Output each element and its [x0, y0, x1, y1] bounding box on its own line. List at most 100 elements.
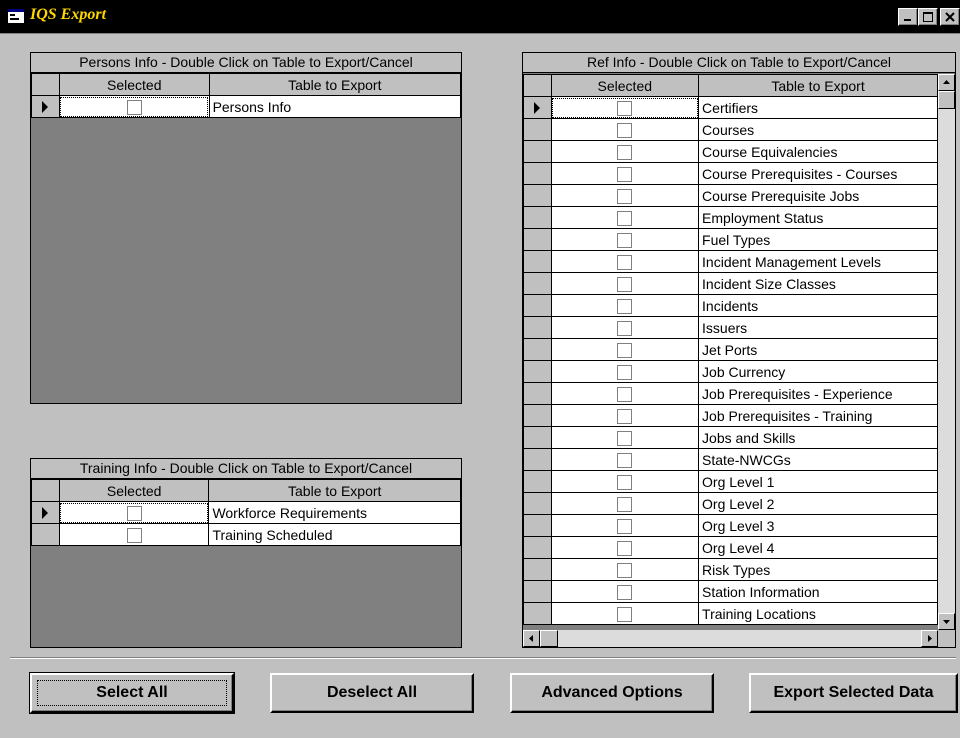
selected-cell[interactable]: [550, 536, 700, 559]
table-name-cell[interactable]: Org Level 3: [698, 514, 938, 537]
table-name-cell[interactable]: Certifiers: [698, 96, 938, 119]
selected-cell[interactable]: [58, 523, 210, 546]
row-checkbox[interactable]: [617, 188, 633, 204]
table-row[interactable]: Org Level 3: [523, 514, 938, 537]
selected-cell[interactable]: [550, 272, 700, 295]
selected-cell[interactable]: [58, 95, 210, 118]
title-bar[interactable]: IQS Export: [0, 0, 960, 34]
table-name-cell[interactable]: Job Prerequisites - Training: [698, 404, 938, 427]
row-checkbox[interactable]: [617, 364, 633, 380]
table-row[interactable]: Org Level 1: [523, 470, 938, 493]
selected-cell[interactable]: [550, 184, 700, 207]
table-row[interactable]: Workforce Requirements: [31, 501, 461, 524]
row-selector[interactable]: [523, 206, 552, 229]
table-name-cell[interactable]: Org Level 1: [698, 470, 938, 493]
row-selector[interactable]: [523, 272, 552, 295]
table-row[interactable]: Incident Management Levels: [523, 250, 938, 273]
row-selector[interactable]: [523, 228, 552, 251]
row-checkbox[interactable]: [617, 100, 633, 116]
row-selector[interactable]: [523, 140, 552, 163]
row-selector[interactable]: [523, 360, 552, 383]
selected-cell[interactable]: [550, 316, 700, 339]
row-selector[interactable]: [31, 501, 60, 524]
scroll-down-button[interactable]: [938, 613, 955, 630]
persons-info-grid[interactable]: Persons Info - Double Click on Table to …: [30, 52, 462, 404]
selected-cell[interactable]: [550, 448, 700, 471]
deselect-all-button[interactable]: Deselect All: [270, 673, 474, 713]
row-selector[interactable]: [523, 118, 552, 141]
row-checkbox[interactable]: [617, 408, 633, 424]
table-row[interactable]: Training Scheduled: [31, 523, 461, 546]
row-checkbox[interactable]: [617, 254, 633, 270]
table-column-header[interactable]: Table to Export: [698, 74, 938, 97]
selected-cell[interactable]: [550, 514, 700, 537]
training-info-grid[interactable]: Training Info - Double Click on Table to…: [30, 458, 462, 648]
row-checkbox[interactable]: [126, 99, 142, 115]
row-selector[interactable]: [523, 382, 552, 405]
table-column-header[interactable]: Table to Export: [208, 479, 461, 502]
table-row[interactable]: Fuel Types: [523, 228, 938, 251]
row-checkbox[interactable]: [617, 562, 633, 578]
row-checkbox[interactable]: [617, 386, 633, 402]
table-row[interactable]: Courses: [523, 118, 938, 141]
select-all-button[interactable]: Select All: [29, 672, 235, 714]
table-name-cell[interactable]: Org Level 4: [698, 536, 938, 559]
minimize-button[interactable]: [898, 8, 918, 26]
row-selector[interactable]: [523, 294, 552, 317]
row-checkbox[interactable]: [617, 166, 633, 182]
table-name-cell[interactable]: Employment Status: [698, 206, 938, 229]
table-name-cell[interactable]: Jet Ports: [698, 338, 938, 361]
selected-cell[interactable]: [550, 404, 700, 427]
selected-cell[interactable]: [550, 118, 700, 141]
row-checkbox[interactable]: [617, 144, 633, 160]
scroll-left-button[interactable]: [523, 630, 540, 647]
row-checkbox[interactable]: [617, 122, 633, 138]
row-selector[interactable]: [523, 492, 552, 515]
row-selector[interactable]: [31, 523, 60, 546]
table-row[interactable]: Employment Status: [523, 206, 938, 229]
table-name-cell[interactable]: Job Prerequisites - Experience: [698, 382, 938, 405]
table-row[interactable]: Jobs and Skills: [523, 426, 938, 449]
row-checkbox[interactable]: [617, 606, 633, 622]
table-name-cell[interactable]: Station Information: [698, 580, 938, 603]
table-name-cell[interactable]: Jobs and Skills: [698, 426, 938, 449]
table-row[interactable]: Org Level 4: [523, 536, 938, 559]
table-name-cell[interactable]: Incidents: [698, 294, 938, 317]
selected-cell[interactable]: [550, 360, 700, 383]
selected-cell[interactable]: [550, 140, 700, 163]
row-selector[interactable]: [523, 514, 552, 537]
table-row[interactable]: Certifiers: [523, 96, 938, 119]
maximize-button[interactable]: [918, 8, 938, 26]
row-selector[interactable]: [523, 184, 552, 207]
table-name-cell[interactable]: Training Scheduled: [208, 523, 461, 546]
close-button[interactable]: [940, 8, 960, 26]
table-row[interactable]: Issuers: [523, 316, 938, 339]
row-checkbox[interactable]: [617, 232, 633, 248]
table-row[interactable]: Job Prerequisites - Experience: [523, 382, 938, 405]
row-selector[interactable]: [523, 536, 552, 559]
selected-cell[interactable]: [550, 162, 700, 185]
horizontal-scrollbar[interactable]: [523, 630, 938, 647]
row-checkbox[interactable]: [617, 540, 633, 556]
scroll-thumb[interactable]: [938, 91, 955, 109]
selected-cell[interactable]: [550, 558, 700, 581]
row-selector[interactable]: [523, 558, 552, 581]
table-name-cell[interactable]: Incident Management Levels: [698, 250, 938, 273]
row-checkbox[interactable]: [617, 210, 633, 226]
table-name-cell[interactable]: Issuers: [698, 316, 938, 339]
table-name-cell[interactable]: Training Locations: [698, 602, 938, 625]
scroll-right-button[interactable]: [921, 630, 938, 647]
row-checkbox[interactable]: [617, 320, 633, 336]
export-selected-data-button[interactable]: Export Selected Data: [749, 673, 958, 713]
table-name-cell[interactable]: Workforce Requirements: [208, 501, 461, 524]
row-checkbox[interactable]: [126, 527, 142, 543]
horizontal-scroll-thumb[interactable]: [540, 630, 558, 647]
selected-cell[interactable]: [550, 602, 700, 625]
table-row[interactable]: Risk Types: [523, 558, 938, 581]
table-row[interactable]: Job Prerequisites - Training: [523, 404, 938, 427]
table-name-cell[interactable]: Job Currency: [698, 360, 938, 383]
table-row[interactable]: Station Information: [523, 580, 938, 603]
row-selector[interactable]: [523, 338, 552, 361]
row-checkbox[interactable]: [617, 276, 633, 292]
table-name-cell[interactable]: Org Level 2: [698, 492, 938, 515]
